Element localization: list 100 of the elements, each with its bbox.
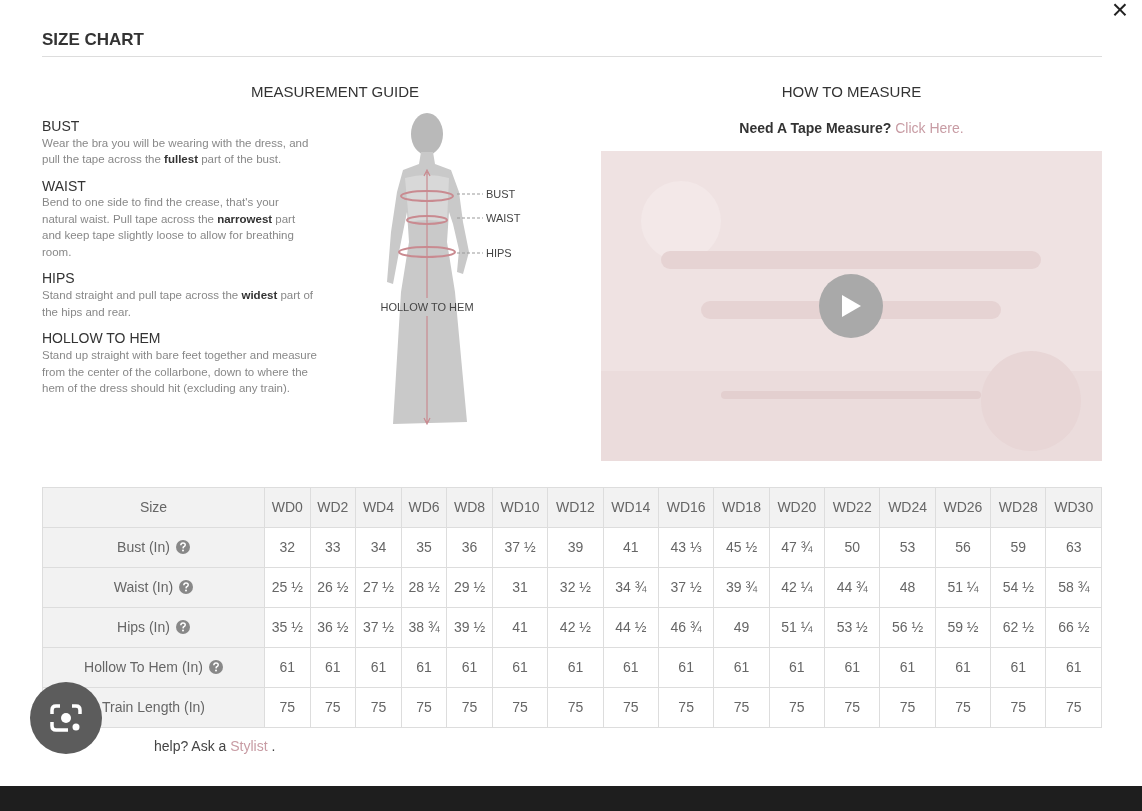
column-header: WD28 xyxy=(990,487,1046,528)
table-cell: 38 ¾ xyxy=(401,607,447,648)
page-title: SIZE CHART xyxy=(42,0,1102,58)
row-label: Train Length (In) xyxy=(102,698,205,715)
table-cell: 54 ½ xyxy=(990,567,1046,608)
table-cell: 41 xyxy=(603,527,659,568)
table-cell: 61 xyxy=(355,647,402,688)
column-header: WD0 xyxy=(264,487,311,528)
table-cell: 35 ½ xyxy=(264,607,311,648)
figure-label: BUST xyxy=(486,187,516,200)
table-cell: 61 xyxy=(935,647,991,688)
help-text: help? Ask a xyxy=(154,737,228,754)
row-label: Hips (In) xyxy=(117,618,170,635)
table-cell: 25 ½ xyxy=(264,567,311,608)
leader-line xyxy=(456,252,484,254)
table-cell: 47 ¾ xyxy=(769,527,825,568)
column-header: WD10 xyxy=(492,487,548,528)
table-cell: 75 xyxy=(547,687,604,728)
help-icon[interactable] xyxy=(208,659,223,674)
table-cell: 61 xyxy=(310,647,356,688)
tape-measure-prompt: Need A Tape Measure? xyxy=(739,119,893,136)
table-cell: 75 xyxy=(879,687,936,728)
help-icon[interactable] xyxy=(175,619,190,634)
table-cell: 75 xyxy=(355,687,402,728)
table-cell: 61 xyxy=(713,647,770,688)
table-cell: 42 ¼ xyxy=(769,567,825,608)
table-cell: 58 ¾ xyxy=(1046,567,1102,608)
click-here-link[interactable]: Click Here. xyxy=(895,119,964,136)
table-cell: 61 xyxy=(401,647,447,688)
column-header: WD22 xyxy=(824,487,880,528)
row-label: Waist (In) xyxy=(113,578,174,595)
guide-title: HIPS xyxy=(42,270,76,288)
table-cell: 36 xyxy=(446,527,493,568)
guide-text: Stand up straight with bare feet together and measure from the center of the collarbone, down to where the hem of the dress should hit (excluding any train). xyxy=(42,348,317,397)
column-header: WD24 xyxy=(879,487,936,528)
table-cell: 32 xyxy=(264,527,311,568)
table-cell: 29 ½ xyxy=(446,567,493,608)
table-cell: 34 xyxy=(355,527,402,568)
section-heading: HOW TO MEASURE xyxy=(780,82,923,103)
close-button[interactable]: × xyxy=(1109,0,1130,24)
play-icon xyxy=(840,293,862,318)
table-cell: 62 ½ xyxy=(990,607,1046,648)
table-cell: 75 xyxy=(1046,687,1102,728)
column-header: WD26 xyxy=(935,487,991,528)
table-cell: 75 xyxy=(603,687,659,728)
table-cell: 61 xyxy=(824,647,880,688)
help-icon[interactable] xyxy=(179,579,194,594)
help-icon[interactable] xyxy=(175,539,190,554)
table-cell: 59 ½ xyxy=(935,607,991,648)
stylist-link[interactable]: Stylist xyxy=(230,737,268,754)
table-cell: 45 ½ xyxy=(713,527,770,568)
table-cell: 31 xyxy=(492,567,548,608)
table-cell: 75 xyxy=(492,687,548,728)
table-cell: 75 xyxy=(658,687,714,728)
column-header: WD12 xyxy=(547,487,604,528)
table-cell: 61 xyxy=(879,647,936,688)
table-cell: 27 ½ xyxy=(355,567,402,608)
table-cell: 51 ¼ xyxy=(769,607,825,648)
table-cell: 49 xyxy=(713,607,770,648)
table-cell: 43 ⅓ xyxy=(658,527,714,568)
section-heading: MEASUREMENT GUIDE xyxy=(249,82,421,103)
table-cell: 75 xyxy=(310,687,356,728)
column-header: WD2 xyxy=(310,487,356,528)
table-cell: 61 xyxy=(769,647,825,688)
guide-text: Stand straight and pull tape across the widest part of the hips and rear. xyxy=(42,288,315,320)
column-header: WD6 xyxy=(401,487,447,528)
table-cell: 75 xyxy=(264,687,311,728)
row-label: Bust (In) xyxy=(117,538,170,555)
row-label: Hollow To Hem (In) xyxy=(84,658,203,675)
figure-label: HOLLOW TO HEM xyxy=(380,300,474,313)
table-cell: 44 ¾ xyxy=(824,567,880,608)
table-cell: 75 xyxy=(824,687,880,728)
table-cell: 37 ½ xyxy=(492,527,548,568)
table-cell: 75 xyxy=(769,687,825,728)
table-cell: 39 xyxy=(547,527,604,568)
table-cell: 53 ½ xyxy=(824,607,880,648)
table-cell: 32 ½ xyxy=(547,567,604,608)
table-cell: 53 xyxy=(879,527,936,568)
leader-line xyxy=(456,193,484,195)
column-header: WD30 xyxy=(1046,487,1102,528)
table-cell: 63 xyxy=(1046,527,1102,568)
column-header: WD4 xyxy=(355,487,402,528)
table-cell: 42 ½ xyxy=(547,607,604,648)
table-cell: 36 ½ xyxy=(310,607,356,648)
table-cell: 39 ¾ xyxy=(713,567,770,608)
leader-line xyxy=(456,217,484,219)
table-cell: 28 ½ xyxy=(401,567,447,608)
table-cell: 61 xyxy=(492,647,548,688)
table-cell: 34 ¾ xyxy=(603,567,659,608)
guide-title: HOLLOW TO HEM xyxy=(42,330,162,348)
table-cell: 59 xyxy=(990,527,1046,568)
table-cell: 39 ½ xyxy=(446,607,493,648)
guide-title: BUST xyxy=(42,117,81,135)
figure-label: WAIST xyxy=(486,211,521,224)
period-text: . xyxy=(270,737,276,754)
column-header: WD8 xyxy=(446,487,493,528)
table-cell: 46 ¾ xyxy=(658,607,714,648)
column-header: WD18 xyxy=(713,487,770,528)
table-cell: 56 xyxy=(935,527,991,568)
guide-title: WAIST xyxy=(42,177,87,195)
